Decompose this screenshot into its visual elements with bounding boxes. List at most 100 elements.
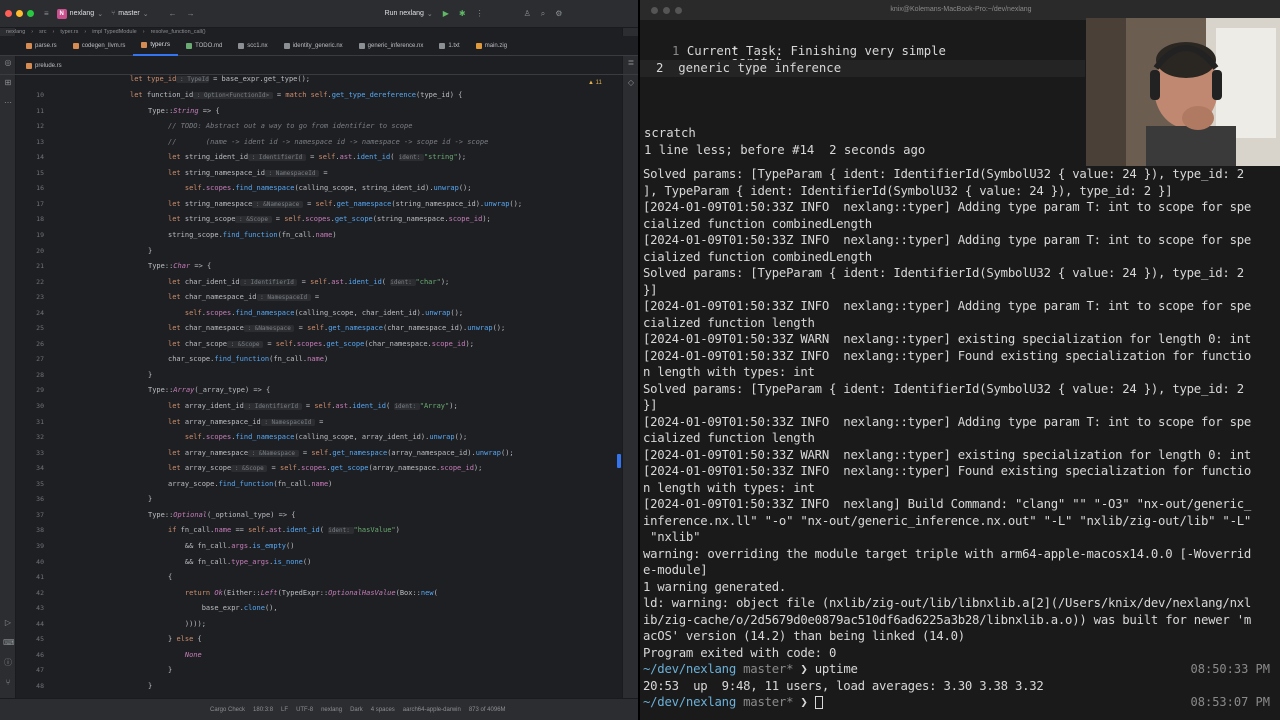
git-tool-icon[interactable]: ⑂ (3, 678, 13, 688)
terminal-tool-icon[interactable]: ⌨ (3, 638, 15, 648)
line-number: 11 (36, 106, 44, 115)
code-token: self (318, 153, 336, 162)
terminal-line: [2024-01-09T01:50:33Z INFO nexlang] Buil… (643, 497, 1252, 511)
scrollbar-marker[interactable] (617, 454, 621, 468)
scratch-buffer[interactable]: ✦ scratch 1 Current Task: Finishing very… (640, 20, 1085, 160)
code-token: let (168, 168, 185, 177)
code-token: ident_id (356, 153, 391, 162)
editor-tab[interactable]: typer.rs (133, 36, 179, 56)
code-token: char_ident_id (184, 277, 240, 286)
code-token: (char_namespace_id). (382, 324, 468, 333)
minimize-window-button[interactable] (663, 7, 670, 14)
code-token: (Box:: (395, 588, 421, 597)
file-type-icon (238, 42, 245, 49)
status-project[interactable]: nexlang (321, 707, 342, 713)
close-window-button[interactable] (5, 10, 12, 17)
code-token: args (231, 541, 249, 550)
code-token: ast (331, 277, 344, 286)
editor-tab[interactable]: parse.rs (18, 36, 65, 56)
close-window-button[interactable] (651, 7, 658, 14)
run-config-selector[interactable]: Run nexlang ⌄ (385, 10, 433, 18)
terminal-line: Solved params: [TypeParam { ident: Ident… (643, 167, 1244, 181)
breadcrumb-item[interactable]: typer.rs (60, 29, 78, 35)
code-token: Array (173, 386, 195, 395)
code-line: let char_ident_id : IdentifierId = self.… (168, 278, 449, 286)
code-line: Type::String => { (148, 107, 220, 115)
code-token: ) (323, 355, 329, 364)
editor-tab[interactable]: scc1.nx (230, 36, 275, 56)
branch-selector[interactable]: ⑂ master ⌄ (111, 10, 148, 18)
code-token: let (168, 324, 185, 333)
editor-tab[interactable]: TODO.md (178, 36, 230, 56)
editor-tab[interactable]: identity_generic.nx (276, 36, 351, 56)
problems-tool-icon[interactable]: ⓘ (3, 658, 13, 668)
code-token: { (197, 635, 202, 644)
maximize-window-button[interactable] (27, 10, 34, 17)
more-icon[interactable]: ⋮ (476, 9, 484, 18)
code-token: self (280, 464, 297, 473)
code-editor[interactable]: let type_id : TypeId = base_expr.get_typ… (50, 75, 620, 695)
code-token: char_namespace_id (184, 293, 257, 302)
user-icon[interactable]: ♙ (524, 9, 531, 18)
breadcrumb-item[interactable]: src (39, 29, 46, 35)
code-token: if (168, 526, 181, 535)
code-token: let (168, 215, 185, 224)
settings-gear-icon[interactable]: ⚙ (555, 9, 562, 18)
editor-tab[interactable]: prelude.rs (18, 56, 70, 76)
status-line-separator[interactable]: LF (281, 707, 288, 713)
code-token: find_function (214, 355, 270, 364)
code-token: match (285, 91, 311, 99)
file-type-icon (26, 62, 32, 69)
breadcrumb-item[interactable]: impl TypedModule (92, 29, 137, 35)
debug-icon[interactable]: ✱ (459, 9, 466, 18)
status-theme[interactable]: Dark (350, 707, 363, 713)
line-number: 2 (656, 61, 664, 75)
status-target[interactable]: aarch64-apple-darwin (403, 707, 461, 713)
file-type-icon (358, 42, 365, 49)
editor-tab[interactable]: generic_inference.nx (351, 36, 432, 56)
code-token: (); (454, 433, 468, 442)
forward-icon[interactable]: → (187, 9, 195, 18)
status-cargo-check[interactable]: Cargo Check (210, 707, 245, 713)
code-token: : &Namespace (252, 200, 303, 208)
editor-tab[interactable]: codegen_llvm.rs (65, 36, 134, 56)
branch-name: master (118, 10, 140, 17)
tab-label: typer.rs (150, 41, 171, 48)
code-token: unwrap (467, 324, 493, 333)
line-number: 29 (36, 386, 44, 395)
git-branch-icon: ⑂ (111, 10, 116, 17)
terminal-output[interactable]: Solved params: [TypeParam { ident: Ident… (640, 165, 1280, 720)
editor-tab[interactable]: 1.txt (431, 36, 467, 56)
project-selector[interactable]: N nexlang ⌄ (56, 8, 103, 19)
code-token: ident: (398, 154, 424, 162)
maximize-window-button[interactable] (675, 7, 682, 14)
breadcrumb-item[interactable]: nexlang (6, 29, 25, 35)
warnings-indicator[interactable]: ▲ 11 (588, 80, 602, 86)
terminal-line: [2024-01-09T01:50:33Z INFO nexlang::type… (643, 233, 1252, 247)
code-line: Type::Char => { (148, 262, 211, 270)
structure-icon[interactable]: ⊞ (3, 78, 13, 88)
more-tools-icon[interactable]: ⋯ (3, 98, 13, 108)
search-icon[interactable]: ⌕ (541, 9, 545, 19)
status-encoding[interactable]: UTF-8 (296, 707, 313, 713)
ai-assistant-icon[interactable]: ◇ (626, 78, 636, 88)
run-icon[interactable]: ▶ (443, 9, 449, 18)
hamburger-menu-icon[interactable]: ≡ (44, 9, 49, 18)
line-number: 36 (36, 495, 44, 504)
code-token: let (168, 417, 185, 426)
ide-status-bar: Cargo Check 180:3:8 LF UTF-8 nexlang Dar… (0, 698, 638, 720)
breadcrumb-item[interactable]: resolve_function_call() (151, 29, 206, 35)
back-icon[interactable]: ← (169, 9, 177, 18)
code-token: let (168, 153, 185, 162)
file-type-icon (141, 41, 148, 48)
run-tool-icon[interactable]: ▷ (3, 618, 13, 628)
status-indent[interactable]: 4 spaces (371, 707, 395, 713)
status-caret-position[interactable]: 180:3:8 (253, 707, 273, 713)
line-number: 24 (36, 308, 44, 317)
editor-tabs: parse.rs codegen_llvm.rs typer.rs TODO.md sc… (0, 36, 638, 56)
minimize-window-button[interactable] (16, 10, 23, 17)
status-memory[interactable]: 873 of 4096M (469, 707, 506, 713)
code-token: ident_id (286, 526, 320, 535)
code-token: find_namespace (235, 308, 295, 317)
editor-tab[interactable]: main.zig (468, 36, 515, 56)
